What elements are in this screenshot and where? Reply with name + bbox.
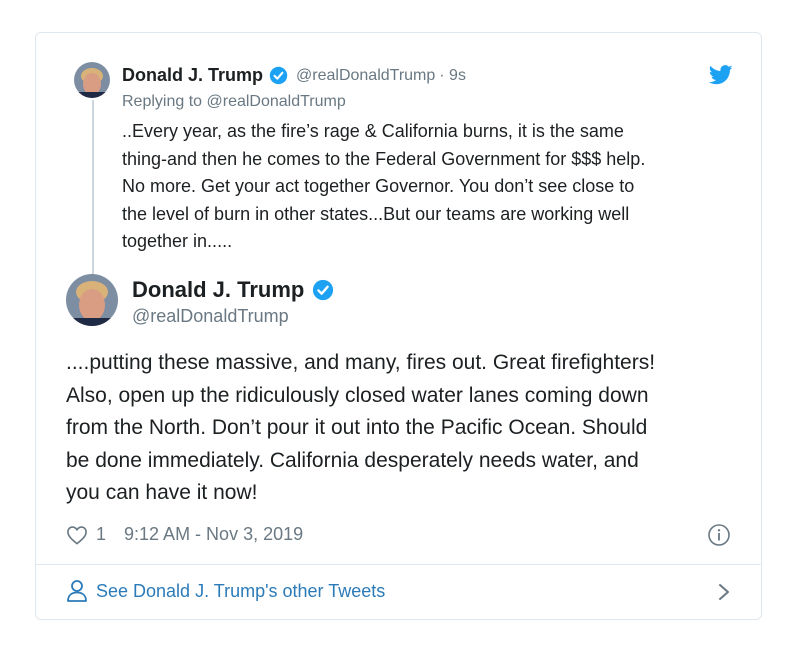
main-avatar[interactable] — [66, 274, 118, 326]
parent-header: Donald J. Trump @realDonaldTrump · 9s — [122, 65, 466, 86]
thread-connector-line — [92, 100, 94, 276]
verified-badge-icon — [269, 66, 288, 85]
parent-author-name[interactable]: Donald J. Trump — [122, 65, 263, 86]
main-tweet-text: ....putting these massive, and many, fir… — [66, 351, 656, 504]
person-icon — [67, 580, 87, 602]
main-author-row: Donald J. Trump — [132, 277, 334, 303]
tweet-timestamp[interactable]: 9:12 AM - Nov 3, 2019 — [124, 524, 303, 545]
heart-icon[interactable] — [66, 525, 88, 545]
parent-tweet-text: ..Every year, as the fire’s rage & Calif… — [122, 121, 646, 251]
tweet-meta: 1 9:12 AM - Nov 3, 2019 — [66, 524, 303, 545]
like-count[interactable]: 1 — [96, 524, 106, 545]
twitter-bird-icon[interactable] — [709, 65, 733, 85]
verified-badge-icon — [313, 279, 334, 301]
main-author-name[interactable]: Donald J. Trump — [132, 277, 304, 303]
see-other-tweets-label[interactable]: See Donald J. Trump's other Tweets — [96, 581, 385, 602]
see-other-tweets-link[interactable]: See Donald J. Trump's other Tweets — [66, 579, 385, 603]
parent-handle[interactable]: @realDonaldTrump — [296, 67, 435, 85]
main-handle[interactable]: @realDonaldTrump — [132, 306, 289, 327]
parent-avatar[interactable] — [74, 62, 110, 98]
embedded-tweet-card: Donald J. Trump @realDonaldTrump · 9s Re… — [35, 32, 762, 620]
info-icon[interactable] — [707, 523, 731, 547]
chevron-right-icon[interactable] — [717, 582, 731, 602]
footer-divider — [36, 564, 761, 565]
replying-to-label[interactable]: Replying to @realDonaldTrump — [122, 93, 346, 111]
parent-time[interactable]: · 9s — [439, 67, 466, 85]
